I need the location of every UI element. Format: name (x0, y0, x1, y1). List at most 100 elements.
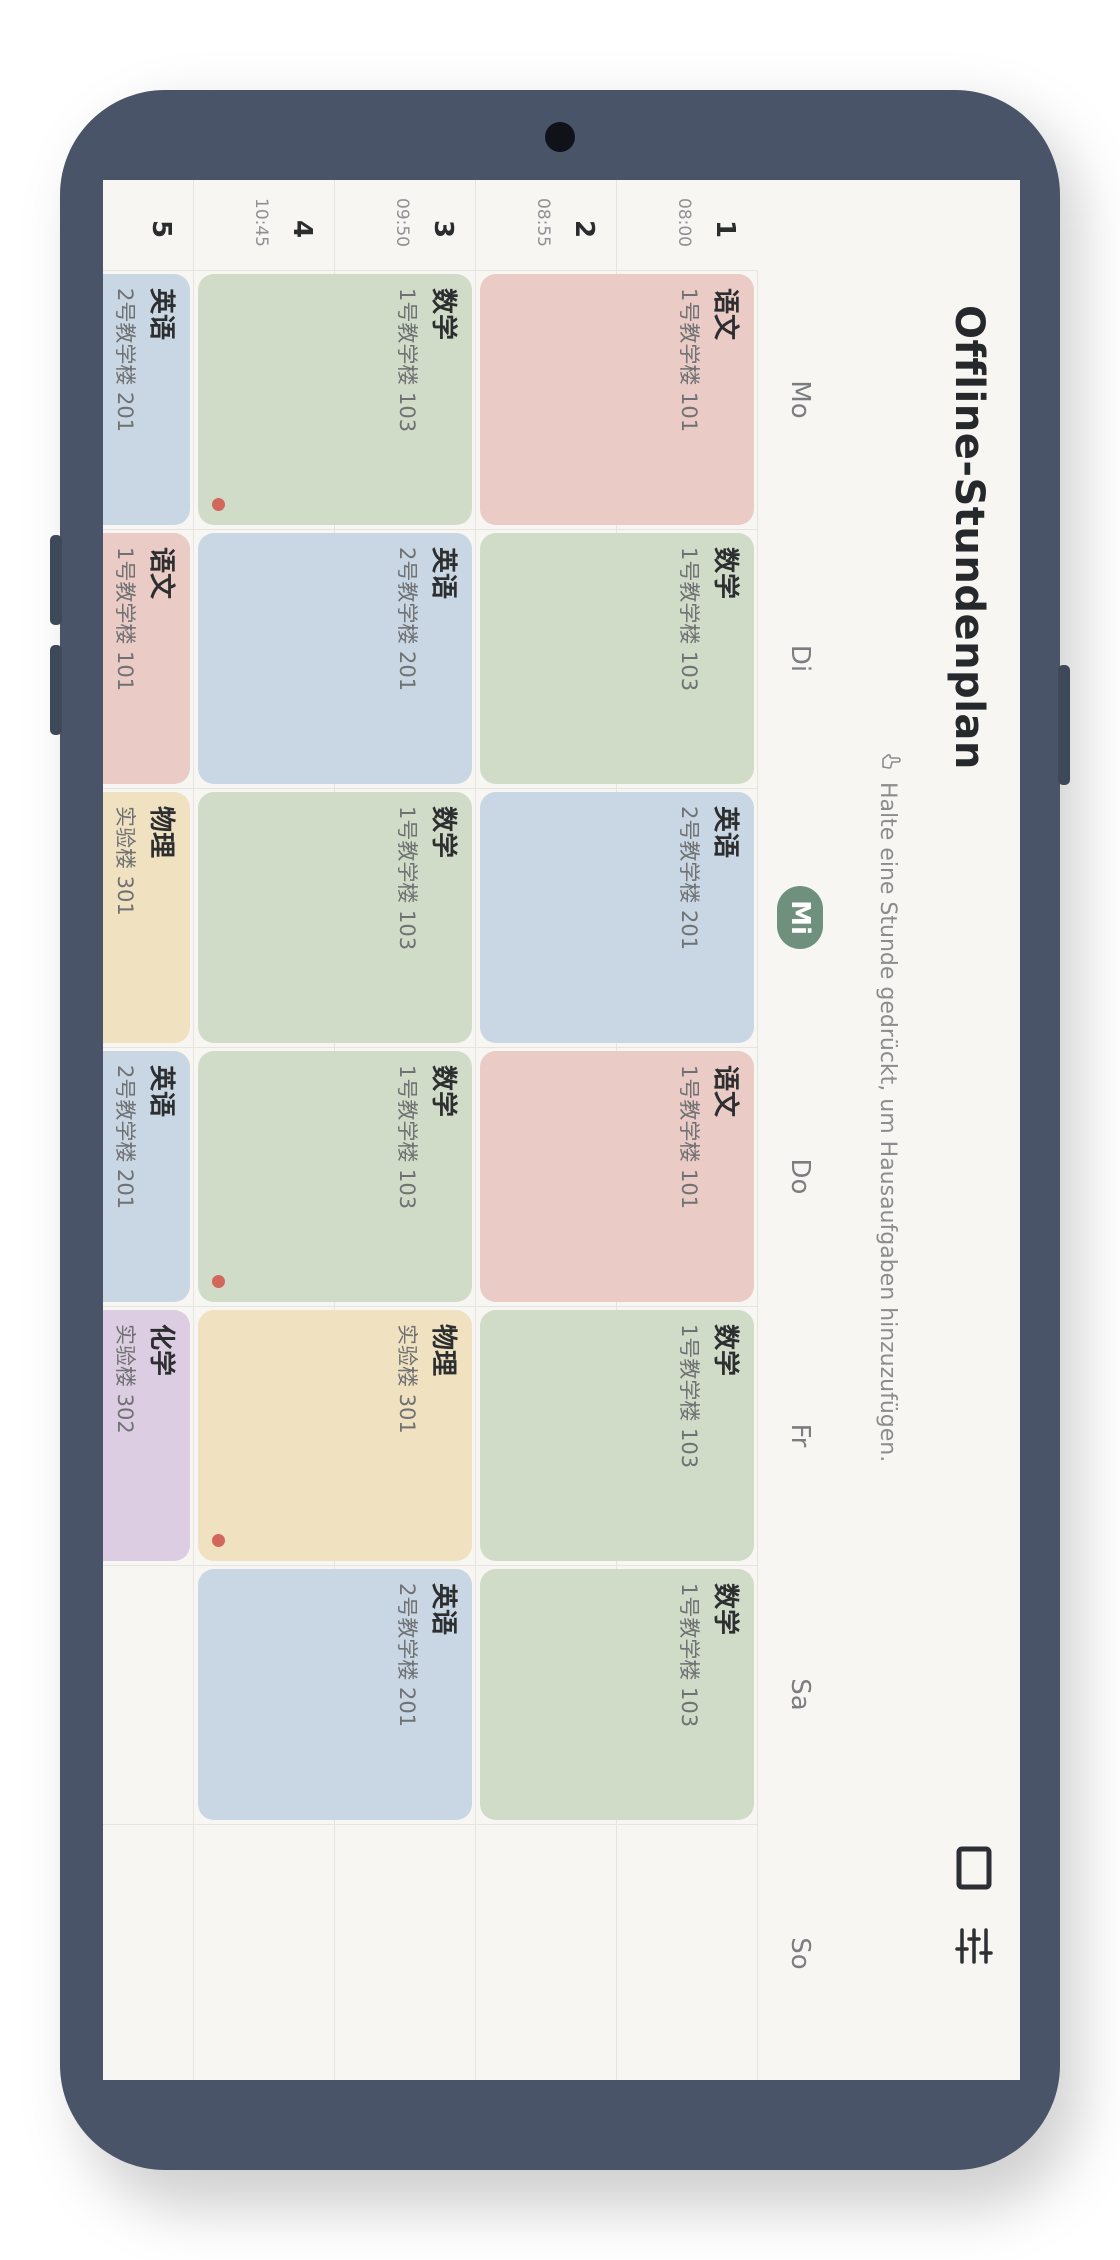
sliders-icon[interactable] (948, 1920, 1000, 1972)
grid-divider (103, 1047, 758, 1048)
lesson-card[interactable]: 英语 2号教学楼 201 (198, 1569, 472, 1820)
lesson-room: 实验楼 302 (112, 1324, 137, 1434)
lesson-card[interactable]: 语文 1号教学楼 101 (480, 274, 754, 525)
homework-dot (212, 1534, 225, 1547)
day-tab-di[interactable]: Di (758, 529, 842, 788)
lesson-subject: 数学 (710, 1324, 740, 1377)
lesson-card[interactable]: 数学 1号教学楼 103 (480, 533, 754, 784)
day-label: Sa (785, 1678, 815, 1711)
lesson-subject: 数学 (710, 547, 740, 600)
page-title: Offline-Stundenplan (946, 305, 992, 770)
hint-text: Halte eine Stunde gedrückt, um Hausaufga… (875, 782, 901, 1463)
period-number: 2 (569, 220, 599, 239)
lesson-card[interactable]: 语文 1号教学楼 101 (103, 533, 190, 784)
lesson-card[interactable]: 英语 2号教学楼 201 (103, 274, 190, 525)
grid-divider (103, 1565, 758, 1566)
grid-divider (193, 270, 194, 2080)
day-label: Di (785, 644, 815, 673)
day-tab-mi[interactable]: Mi (758, 788, 842, 1047)
lesson-card[interactable]: 英语 2号教学楼 201 (103, 1051, 190, 1302)
grid-divider (475, 270, 476, 2080)
lesson-subject: 英语 (710, 806, 740, 859)
grid-divider (103, 788, 758, 789)
grid-divider (757, 270, 758, 2080)
lesson-card[interactable]: 数学 1号教学楼 103 (480, 1569, 754, 1820)
period-label: 2 08:55 (475, 180, 617, 270)
touch-hand-icon (874, 750, 902, 772)
volume-down-button[interactable] (50, 645, 62, 735)
lesson-room: 1号教学楼 101 (676, 288, 701, 433)
hint-row: Halte eine Stunde gedrückt, um Hausaufga… (874, 750, 902, 1462)
homework-dot (212, 1275, 225, 1288)
lesson-room: 1号教学楼 103 (394, 1065, 419, 1210)
grid-divider (103, 1824, 758, 1825)
lesson-room: 2号教学楼 201 (112, 288, 137, 433)
lesson-room: 1号教学楼 103 (394, 288, 419, 433)
weekday-header: Mo Di Mi Do Fr Sa So (758, 180, 842, 2080)
lesson-card[interactable]: 数学 1号教学楼 103 (198, 792, 472, 1043)
day-tab-so[interactable]: So (758, 1824, 842, 2080)
lesson-subject: 数学 (428, 806, 458, 859)
volume-up-button[interactable] (50, 535, 62, 625)
day-label: Mo (785, 380, 815, 419)
day-tab-mo[interactable]: Mo (758, 270, 842, 529)
square-outline-icon[interactable] (948, 1842, 1000, 1894)
lesson-card[interactable]: 物理 实验楼 301 (198, 1310, 472, 1561)
lesson-room: 1号教学楼 103 (676, 547, 701, 692)
lesson-card[interactable]: 化学 实验楼 302 (103, 1310, 190, 1561)
lesson-room: 1号教学楼 103 (676, 1324, 701, 1469)
day-label: Mi (777, 886, 823, 949)
lesson-room: 实验楼 301 (112, 806, 137, 916)
lesson-subject: 物理 (428, 1324, 458, 1377)
front-camera (545, 122, 575, 152)
period-number: 5 (146, 220, 176, 239)
timetable-grid: 1 08:00 2 08:55 3 09:50 4 10:45 5 语文 1号教学楼 101 数学 1号… (103, 180, 758, 2080)
lesson-card[interactable]: 数学 1号教学楼 103 (198, 1051, 472, 1302)
lesson-subject: 英语 (146, 288, 176, 341)
period-number: 3 (428, 220, 458, 239)
lesson-room: 1号教学楼 101 (112, 547, 137, 692)
grid-divider (103, 529, 758, 530)
lesson-subject: 化学 (146, 1324, 176, 1377)
period-time: 08:55 (533, 198, 553, 247)
period-time: 10:45 (251, 198, 271, 247)
lesson-room: 2号教学楼 201 (676, 806, 701, 951)
day-tab-fr[interactable]: Fr (758, 1306, 842, 1565)
lesson-card[interactable]: 数学 1号教学楼 103 (198, 274, 472, 525)
lesson-card[interactable]: 英语 2号教学楼 201 (198, 533, 472, 784)
period-number: 1 (710, 220, 740, 239)
lesson-subject: 语文 (710, 1065, 740, 1118)
period-label: 1 08:00 (616, 180, 758, 270)
day-tab-sa[interactable]: Sa (758, 1565, 842, 1824)
lesson-subject: 物理 (146, 806, 176, 859)
timetable-app: Offline-Stundenplan Halte eine Stunde ge… (103, 180, 1020, 2080)
grid-divider (103, 1306, 758, 1307)
lesson-subject: 英语 (146, 1065, 176, 1118)
lesson-room: 实验楼 301 (394, 1324, 419, 1434)
lesson-room: 2号教学楼 201 (112, 1065, 137, 1210)
power-button[interactable] (1058, 665, 1070, 785)
lesson-room: 1号教学楼 101 (676, 1065, 701, 1210)
lesson-subject: 语文 (710, 288, 740, 341)
lesson-subject: 语文 (146, 547, 176, 600)
grid-divider (103, 270, 758, 271)
lesson-card[interactable]: 语文 1号教学楼 101 (480, 1051, 754, 1302)
lesson-card[interactable]: 物理 实验楼 301 (103, 792, 190, 1043)
lesson-subject: 数学 (428, 1065, 458, 1118)
day-tab-do[interactable]: Do (758, 1047, 842, 1306)
period-label: 3 09:50 (334, 180, 476, 270)
day-label: Do (785, 1158, 815, 1195)
homework-dot (212, 498, 225, 511)
lesson-card[interactable]: 数学 1号教学楼 103 (480, 1310, 754, 1561)
screen: Offline-Stundenplan Halte eine Stunde ge… (103, 180, 1020, 2080)
lesson-subject: 数学 (428, 288, 458, 341)
lesson-room: 1号教学楼 103 (394, 806, 419, 951)
period-time: 08:00 (674, 198, 694, 247)
period-label: 5 (103, 180, 194, 270)
period-time: 09:50 (392, 198, 412, 247)
lesson-room: 1号教学楼 103 (676, 1583, 701, 1728)
lesson-card[interactable]: 英语 2号教学楼 201 (480, 792, 754, 1043)
day-label: Fr (785, 1423, 815, 1448)
period-number: 4 (287, 220, 317, 239)
lesson-subject: 数学 (710, 1583, 740, 1636)
